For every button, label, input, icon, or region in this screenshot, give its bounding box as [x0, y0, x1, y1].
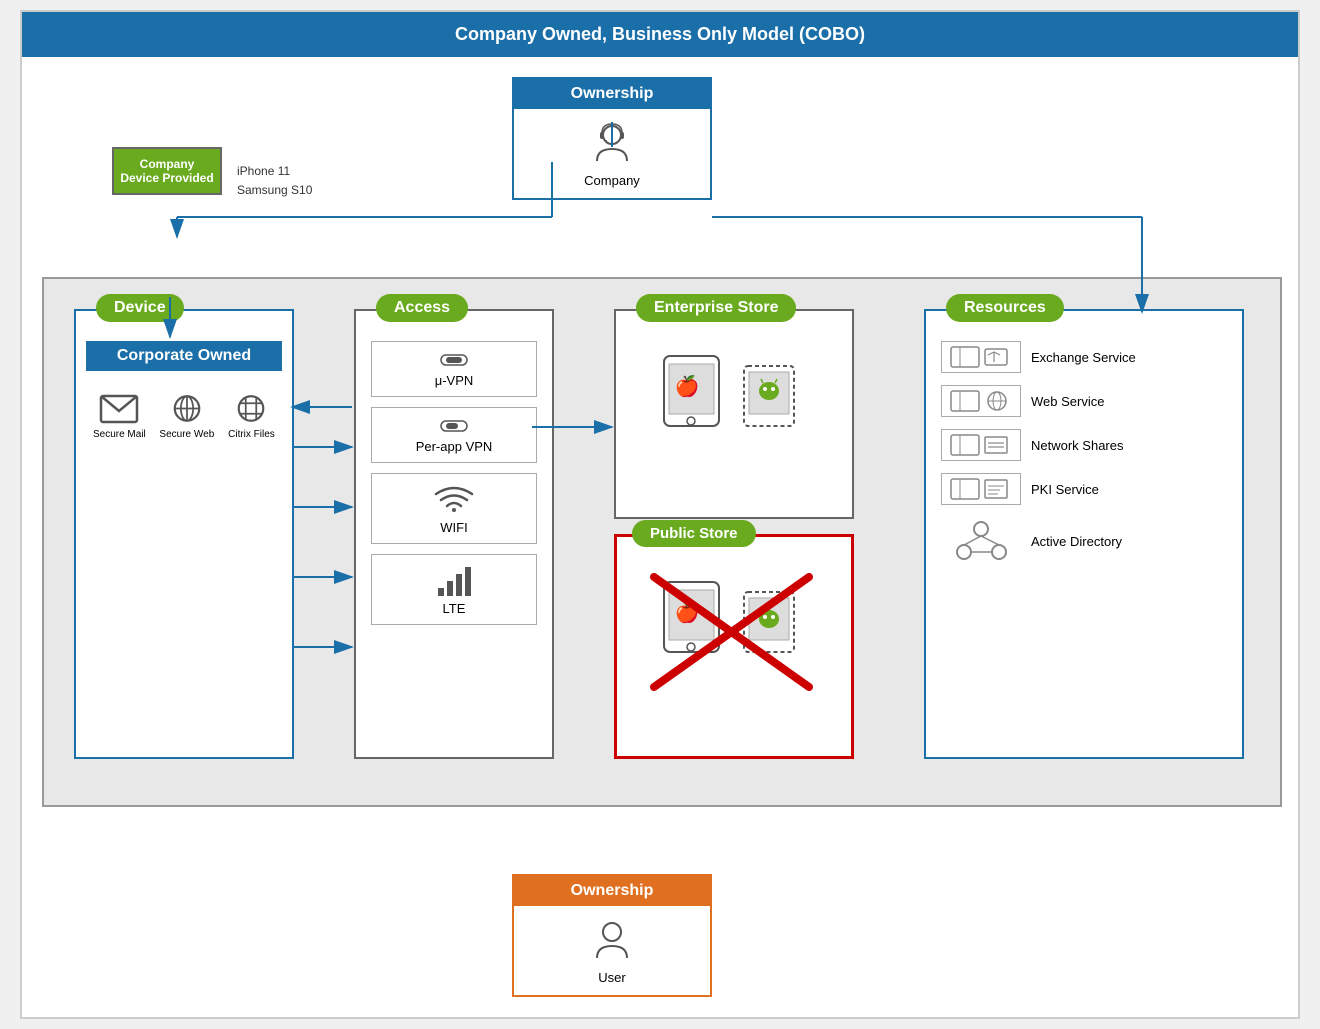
vpn-icon [439, 350, 469, 370]
public-store-badge: Public Store [632, 520, 756, 547]
exchange-service-label: Exchange Service [1031, 350, 1136, 365]
secure-web-icon [167, 391, 207, 426]
vpn-item: μ-VPN [371, 341, 537, 397]
web-service-icon-box [941, 385, 1021, 417]
company-person-icon [587, 119, 637, 169]
main-container: Device Corporate Owned Secure Mail [42, 277, 1282, 807]
access-panel: Access μ-VPN Per-app V [354, 309, 554, 759]
web-service-item: Web Service [941, 385, 1227, 417]
pki-service-icon-box [941, 473, 1021, 505]
network-shares-icon [950, 434, 1010, 456]
diagram-wrapper: Company Owned, Business Only Model (COBO… [20, 10, 1300, 1019]
wifi-label: WIFI [380, 520, 528, 535]
secure-mail-label: Secure Mail [93, 429, 146, 440]
enterprise-store-panel: Enterprise Store 🍎 [614, 309, 854, 519]
device-icons-row: Secure Mail Secure Web [76, 391, 292, 440]
ownership-company-box: Ownership Company [512, 77, 712, 200]
network-shares-icon-box [941, 429, 1021, 461]
citrix-files-label: Citrix Files [228, 429, 275, 440]
per-app-vpn-item: Per-app VPN [371, 407, 537, 463]
device-panel: Device Corporate Owned Secure Mail [74, 309, 294, 759]
iphone-label: iPhone 11 [237, 162, 312, 181]
pki-service-item: PKI Service [941, 473, 1227, 505]
enterprise-store-svg: 🍎 [649, 346, 819, 456]
resources-panel: Resources Exchange Service [924, 309, 1244, 759]
device-labels: iPhone 11 Samsung S10 [237, 162, 312, 200]
active-directory-icon-box [941, 517, 1021, 565]
user-person-icon [587, 916, 637, 966]
wifi-item: WIFI [371, 473, 537, 544]
wifi-svg [434, 482, 474, 512]
citrix-files-item: Citrix Files [221, 391, 282, 440]
corporate-owned-label: Corporate Owned [86, 341, 282, 371]
ownership-user-body: User [514, 906, 710, 995]
secure-mail-icon [99, 391, 139, 426]
samsung-label: Samsung S10 [237, 181, 312, 200]
lte-icon [434, 563, 474, 598]
per-app-vpn-label: Per-app VPN [380, 439, 528, 454]
active-directory-label: Active Directory [1031, 534, 1122, 549]
exchange-icon [950, 346, 1010, 368]
title-text: Company Owned, Business Only Model (COBO… [455, 24, 865, 44]
ownership-user-box: Ownership User [512, 874, 712, 997]
network-shares-label: Network Shares [1031, 438, 1123, 453]
svg-text:🍎: 🍎 [675, 374, 700, 398]
enterprise-store-icons: 🍎 [616, 346, 852, 463]
exchange-service-icon-box [941, 341, 1021, 373]
device-badge: Device [96, 294, 184, 322]
pki-icon [950, 478, 1010, 500]
wifi-icon [380, 482, 528, 520]
ownership-user-title: Ownership [514, 876, 710, 906]
secure-mail-item: Secure Mail [86, 391, 153, 440]
public-store-svg: 🍎 [649, 572, 819, 692]
company-device-text: Company Device Provided [120, 157, 213, 185]
ownership-company-title: Ownership [514, 79, 710, 109]
ownership-company-label: Company [584, 173, 640, 188]
network-shares-item: Network Shares [941, 429, 1227, 461]
pki-service-label: PKI Service [1031, 482, 1099, 497]
secure-web-label: Secure Web [159, 429, 214, 440]
web-service-label: Web Service [1031, 394, 1104, 409]
public-store-panel: Public Store 🍎 [614, 534, 854, 759]
active-directory-icon [954, 517, 1009, 562]
web-service-icon [950, 390, 1010, 412]
public-store-icons: 🍎 [617, 572, 851, 699]
access-items: μ-VPN Per-app VPN [356, 341, 552, 625]
access-badge: Access [376, 294, 468, 322]
citrix-files-icon [232, 391, 270, 426]
company-device-box: Company Device Provided [112, 147, 222, 195]
secure-web-item: Secure Web [153, 391, 221, 440]
resources-badge: Resources [946, 294, 1064, 322]
resources-items: Exchange Service Web Ser [926, 341, 1242, 565]
exchange-service-item: Exchange Service [941, 341, 1227, 373]
active-directory-item: Active Directory [941, 517, 1227, 565]
lte-item: LTE [371, 554, 537, 625]
per-app-vpn-icon [439, 416, 469, 436]
muvpn-label: μ-VPN [380, 373, 528, 388]
ownership-user-label: User [598, 970, 625, 985]
title-bar: Company Owned, Business Only Model (COBO… [22, 12, 1298, 57]
lte-label: LTE [380, 601, 528, 616]
ownership-company-body: Company [514, 109, 710, 198]
enterprise-store-badge: Enterprise Store [636, 294, 796, 322]
